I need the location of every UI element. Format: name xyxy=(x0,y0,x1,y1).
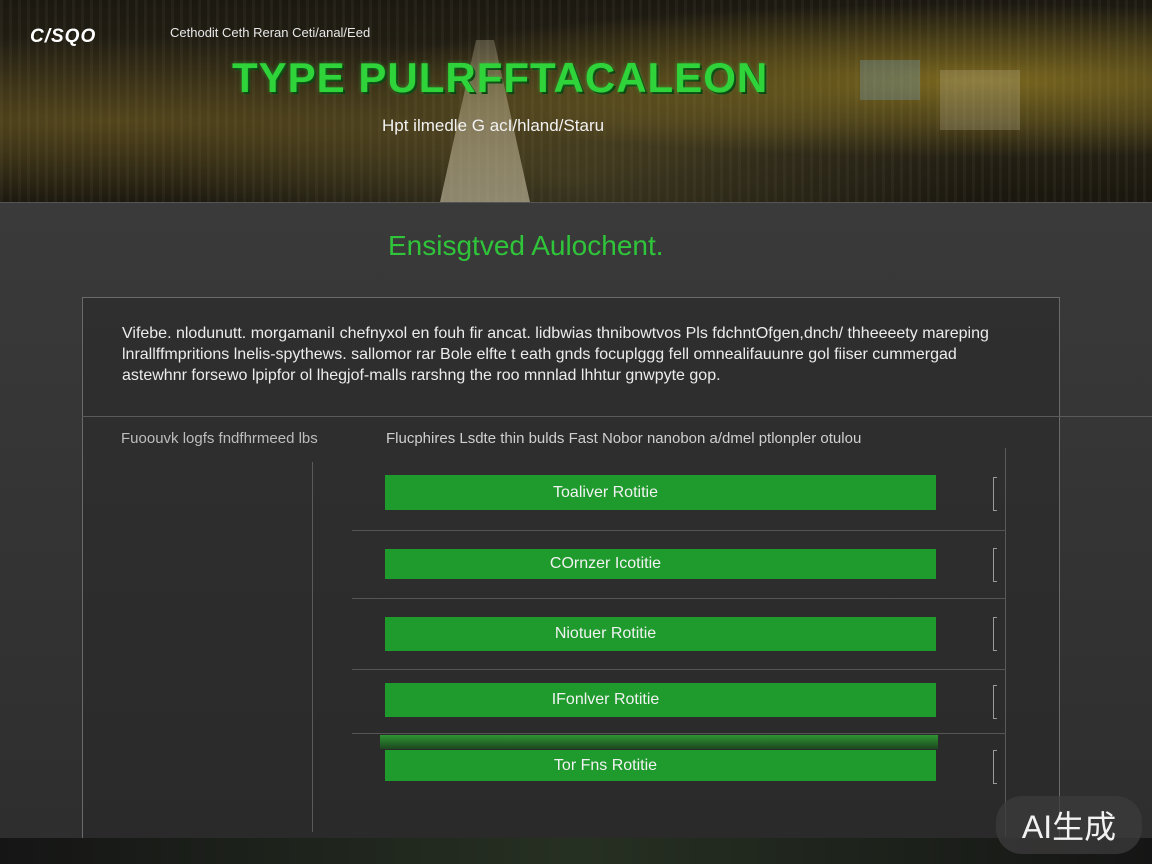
row-divider xyxy=(352,733,1006,734)
route-button-label: COrnzer Icotitie xyxy=(549,555,662,572)
route-button-1[interactable]: Toaliver Rotitie xyxy=(385,475,936,510)
row-divider xyxy=(352,598,1006,599)
route-button-label: Tor Fns Rotitie xyxy=(553,756,658,774)
row-divider xyxy=(352,530,1006,531)
site-tagline: Cethodit Ceth Reran Ceti/anal/Eed xyxy=(170,25,371,40)
section-title: Ensisgtved Aulochent. xyxy=(388,230,664,261)
right-column-label: Flucphires Lsdte thin bulds Fast Nobor n… xyxy=(386,430,862,447)
page-title: TYPE PULRFFTACALEON xyxy=(232,54,769,101)
row-divider xyxy=(352,669,1006,670)
description-text: Vifebe. nlodunutt. morgamaniI chefnyxol … xyxy=(122,325,989,384)
column-divider xyxy=(1005,448,1006,836)
bracket-icon xyxy=(993,750,997,784)
hero-building-graphic xyxy=(860,60,920,100)
footer-strip xyxy=(0,838,1152,864)
column-divider xyxy=(312,462,313,832)
ai-watermark-badge: AI生成 xyxy=(996,796,1142,854)
bracket-icon xyxy=(993,477,997,511)
bracket-icon xyxy=(993,685,997,719)
page-subtitle: Hpt ilmedle G acI/hland/Staru xyxy=(382,116,605,135)
hero-building-graphic xyxy=(940,70,1020,130)
bracket-icon xyxy=(993,548,997,582)
left-column-label: Fuoouvk logfs fndfhrmeed lbs xyxy=(121,430,318,447)
divider xyxy=(82,416,1152,417)
route-button-4[interactable]: IFonlver Rotitie xyxy=(385,683,936,717)
row-highlight xyxy=(380,735,938,749)
route-button-label: Toaliver Rotitie xyxy=(553,483,658,501)
route-button-5[interactable]: Tor Fns Rotitie xyxy=(385,750,936,781)
route-button-label: Niotuer Rotitie xyxy=(554,625,657,642)
bracket-icon xyxy=(993,617,997,651)
route-button-3[interactable]: Niotuer Rotitie xyxy=(385,617,936,651)
route-button-label: IFonlver Rotitie xyxy=(551,691,660,708)
route-button-2[interactable]: COrnzer Icotitie xyxy=(385,549,936,579)
site-logo[interactable]: C/SQO xyxy=(30,26,96,48)
